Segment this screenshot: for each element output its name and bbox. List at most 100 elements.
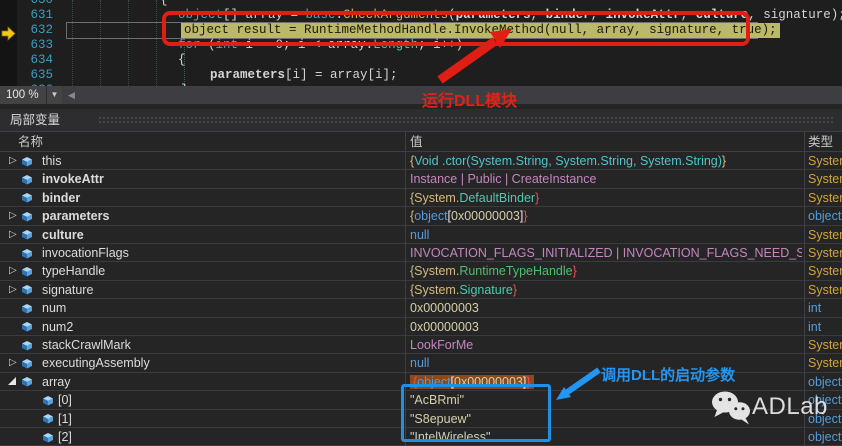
- variable-value[interactable]: {System.Signature}: [410, 281, 802, 299]
- variable-name: parameters: [42, 209, 110, 224]
- variable-value[interactable]: {System.DefaultBinder}: [410, 189, 802, 207]
- code-text: parameters[i] = array[i];: [210, 68, 398, 82]
- variable-type: System: [808, 246, 842, 260]
- variable-value[interactable]: 0x00000003: [410, 318, 802, 336]
- expand-icon[interactable]: ▷: [9, 229, 17, 240]
- variable-icon: [22, 377, 32, 387]
- locals-row-invokeAttr[interactable]: invokeAttr Instance | Public | CreateInst…: [0, 170, 842, 189]
- variable-icon: [22, 174, 32, 185]
- variable-value[interactable]: "S8epuew": [410, 410, 802, 428]
- locals-row-stackCrawlMark[interactable]: stackCrawlMark LookForMe System: [0, 336, 842, 355]
- variable-name: culture: [42, 227, 84, 242]
- code-line-635: 635 parameters[i] = array[i];: [0, 68, 842, 83]
- variable-type: System: [808, 172, 842, 187]
- variable-type: System: [808, 282, 842, 297]
- variable-value[interactable]: {System.RuntimeTypeHandle}: [410, 262, 802, 280]
- variable-name: invokeAttr: [42, 172, 104, 187]
- line-number: 632: [30, 23, 53, 37]
- locals-row-this[interactable]: ▷ this {Void .ctor(System.String, System.S…: [0, 152, 842, 171]
- code-line-634: 634 {: [0, 53, 842, 68]
- variable-icon: [22, 322, 32, 332]
- horizontal-scrollbar[interactable]: ◀: [62, 86, 842, 104]
- editor-statusbar: 100 % ▼ ◀: [0, 86, 842, 104]
- zoom-level-select[interactable]: 100 %: [0, 86, 46, 104]
- locals-row-signature[interactable]: ▷ signature {System.Signature} System: [0, 280, 842, 300]
- variable-type: object: [808, 430, 842, 444]
- variable-type: object: [808, 411, 842, 426]
- locals-row-culture[interactable]: ▷ culture null System: [0, 225, 842, 244]
- variable-type: int: [808, 301, 822, 316]
- code-line-631: 631 object[] array = base.CheckArguments(…: [0, 8, 842, 23]
- expand-icon[interactable]: ▷: [9, 358, 17, 368]
- column-header-value[interactable]: 值: [410, 132, 423, 152]
- locals-panel: 局部变量 名称 值 类型 ▷ this {Void .ctor(System.Str…: [0, 109, 842, 446]
- variable-name: typeHandle: [42, 264, 106, 279]
- variable-name: num2: [42, 319, 74, 334]
- expand-icon[interactable]: ▷: [9, 156, 17, 166]
- variable-icon: [22, 340, 32, 350]
- variable-name: num: [42, 301, 67, 316]
- variable-type: object: [808, 209, 842, 224]
- variable-value[interactable]: {object[0x00000003]}: [410, 373, 802, 391]
- code-line-633: 633 for (int i = 0; i < array.Length; i++…: [0, 38, 842, 53]
- expand-icon[interactable]: ▷: [9, 266, 17, 276]
- variable-value[interactable]: null: [410, 354, 802, 372]
- variable-name: executingAssembly: [42, 356, 150, 371]
- variable-name: invocationFlags: [42, 246, 129, 260]
- variable-type: object: [808, 374, 842, 389]
- column-header-name[interactable]: 名称: [18, 132, 43, 152]
- column-header-type[interactable]: 类型: [808, 132, 833, 152]
- locals-row-0[interactable]: [0] "AcBRmi" object: [0, 391, 842, 410]
- variable-name: array: [42, 374, 71, 389]
- locals-row-num2[interactable]: num2 0x00000003 int: [0, 317, 842, 336]
- expand-icon[interactable]: ▷: [9, 211, 17, 221]
- vs-debugger-window: 630 {631 object[] array = base.CheckArgume…: [0, 0, 842, 446]
- locals-row-typeHandle[interactable]: ▷ typeHandle {System.RuntimeTypeHandle} Sys…: [0, 262, 842, 281]
- line-number: 635: [30, 68, 53, 82]
- expand-icon[interactable]: ▷: [9, 284, 17, 295]
- variable-value[interactable]: LookForMe: [410, 336, 802, 354]
- locals-row-parameters[interactable]: ▷ parameters {object[0x00000003]} object: [0, 207, 842, 226]
- variable-icon: [22, 358, 32, 369]
- locals-row-executingAssembly[interactable]: ▷ executingAssembly null System: [0, 354, 842, 373]
- locals-row-num[interactable]: num 0x00000003 int: [0, 299, 842, 318]
- locals-panel-header[interactable]: 局部变量: [0, 109, 842, 131]
- line-number: 634: [30, 53, 53, 67]
- column-separator[interactable]: [405, 131, 406, 446]
- variable-value[interactable]: {Void .ctor(System.String, System.String…: [410, 152, 802, 170]
- variable-name: [2]: [58, 430, 72, 444]
- variable-value[interactable]: "IntelWireless": [410, 428, 802, 446]
- variable-icon: [22, 156, 32, 166]
- locals-row-binder[interactable]: binder {System.DefaultBinder} System: [0, 188, 842, 208]
- scroll-left-icon[interactable]: ◀: [68, 86, 75, 104]
- collapse-icon[interactable]: [8, 376, 16, 385]
- variable-name: this: [42, 154, 62, 168]
- variable-type: int: [808, 319, 822, 334]
- variable-type: System: [808, 227, 842, 242]
- chevron-down-icon[interactable]: ▼: [46, 86, 62, 104]
- variable-type: System: [808, 154, 842, 168]
- variable-value[interactable]: 0x00000003: [410, 299, 802, 317]
- variable-value[interactable]: {object[0x00000003]}: [410, 207, 802, 225]
- locals-row-array[interactable]: array {object[0x00000003]} object: [0, 372, 842, 392]
- variable-name: [0]: [58, 393, 72, 408]
- variable-value[interactable]: INVOCATION_FLAGS_INITIALIZED | INVOCATIO…: [410, 244, 802, 262]
- variable-value[interactable]: Instance | Public | CreateInstance: [410, 170, 802, 188]
- variable-type: System: [808, 264, 842, 279]
- code-editor[interactable]: 630 {631 object[] array = base.CheckArgume…: [0, 0, 842, 86]
- variable-icon: [22, 211, 32, 222]
- variable-value[interactable]: null: [410, 226, 802, 244]
- variable-name: signature: [42, 282, 94, 297]
- locals-row-2[interactable]: [2] "IntelWireless" object: [0, 428, 842, 446]
- column-separator[interactable]: [804, 131, 805, 446]
- locals-row-invocationFlags[interactable]: invocationFlags INVOCATION_FLAGS_INITIALI…: [0, 244, 842, 263]
- code-line-632: 632 object result = RuntimeMethodHandle.I…: [0, 23, 842, 38]
- variable-icon: [22, 303, 32, 314]
- code-text: {: [178, 53, 186, 67]
- variable-value[interactable]: "AcBRmi": [410, 391, 802, 409]
- current-statement-code: object result = RuntimeMethodHandle.Invo…: [181, 23, 780, 38]
- variable-name: binder: [42, 190, 81, 205]
- locals-row-1[interactable]: [1] "S8epuew" object: [0, 409, 842, 428]
- variable-icon: [22, 193, 32, 203]
- variable-type: System: [808, 338, 842, 352]
